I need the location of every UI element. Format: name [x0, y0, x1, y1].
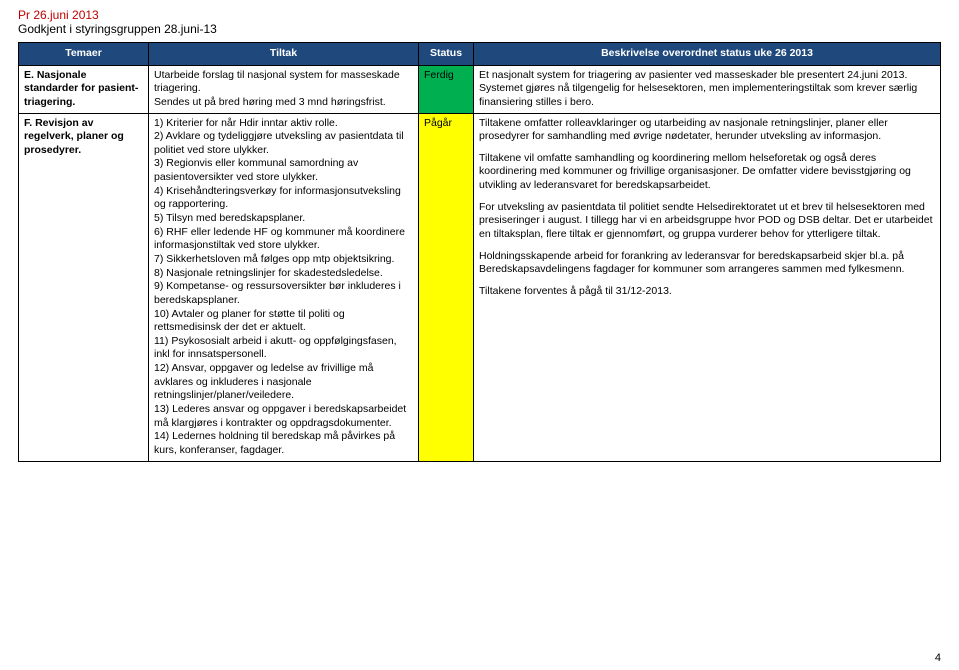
col-header-tiltak: Tiltak [149, 43, 419, 66]
cell-tema: F. Revisjon av regelverk, planer og pros… [19, 113, 149, 461]
cell-beskrivelse: Et nasjonalt system for triagering av pa… [474, 65, 941, 113]
cell-tiltak: 1) Kriterier for når Hdir inntar aktiv r… [149, 113, 419, 461]
beskrivelse-paragraph: Holdningsskapende arbeid for forankring … [479, 250, 935, 277]
cell-status: Pågår [419, 113, 474, 461]
table-row: E. Nasjonale standarder for pasient-tria… [19, 65, 941, 113]
col-header-status: Status [419, 43, 474, 66]
table-header-row: Temaer Tiltak Status Beskrivelse overord… [19, 43, 941, 66]
beskrivelse-paragraph: Tiltakene omfatter rolleavklaringer og u… [479, 117, 935, 144]
table-row: F. Revisjon av regelverk, planer og pros… [19, 113, 941, 461]
cell-tema: E. Nasjonale standarder for pasient-tria… [19, 65, 149, 113]
beskrivelse-paragraph: For utveksling av pasientdata til politi… [479, 201, 935, 242]
cell-status: Ferdig [419, 65, 474, 113]
cell-tiltak: Utarbeide forslag til nasjonal system fo… [149, 65, 419, 113]
cell-beskrivelse: Tiltakene omfatter rolleavklaringer og u… [474, 113, 941, 461]
status-table: Temaer Tiltak Status Beskrivelse overord… [18, 42, 941, 462]
beskrivelse-paragraph: Tiltakene forventes å pågå til 31/12-201… [479, 285, 935, 299]
col-header-beskriv: Beskrivelse overordnet status uke 26 201… [474, 43, 941, 66]
beskrivelse-paragraph: Tiltakene vil omfatte samhandling og koo… [479, 152, 935, 193]
header-date: Pr 26.juni 2013 [18, 8, 941, 22]
header-approved: Godkjent i styringsgruppen 28.juni-13 [18, 22, 941, 36]
col-header-temaer: Temaer [19, 43, 149, 66]
beskrivelse-paragraph: Et nasjonalt system for triagering av pa… [479, 69, 935, 110]
page-number: 4 [935, 652, 941, 664]
